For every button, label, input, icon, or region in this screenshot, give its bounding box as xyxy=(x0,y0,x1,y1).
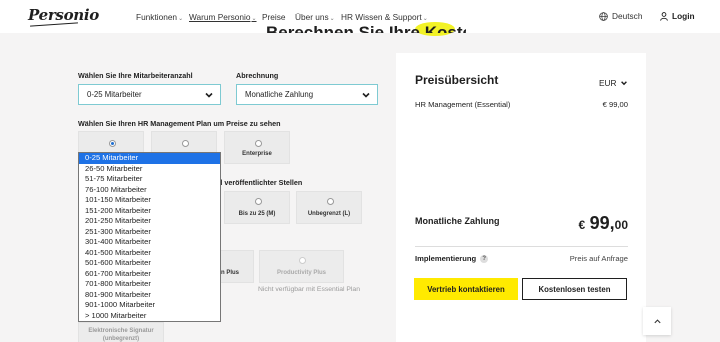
dropdown-option[interactable]: 201-250 Mitarbeiter xyxy=(79,216,220,227)
language-label: Deutsch xyxy=(612,11,643,21)
total-price: € 99,00 xyxy=(578,213,628,234)
dropdown-option[interactable]: 251-300 Mitarbeiter xyxy=(79,227,220,238)
login-label: Login xyxy=(672,11,695,21)
option-label: Unbegrenzt (L) xyxy=(307,211,351,217)
total-amount: 99, xyxy=(589,213,615,233)
dropdown-option[interactable]: 51-75 Mitarbeiter xyxy=(79,174,220,185)
chevron-down-icon xyxy=(362,92,370,98)
billing-select[interactable]: Monatliche Zahlung xyxy=(236,84,378,105)
employee-count-dropdown[interactable]: 0-25 Mitarbeiter 26-50 Mitarbeiter 51-75… xyxy=(78,152,221,322)
dropdown-option[interactable]: 26-50 Mitarbeiter xyxy=(79,164,220,175)
employee-count-value: 0-25 Mitarbeiter xyxy=(87,90,142,99)
line-item-price: € 99,00 xyxy=(602,100,628,109)
plan-radio[interactable] xyxy=(255,140,262,147)
option-radio[interactable] xyxy=(255,198,262,205)
plan-card-enterprise[interactable]: Enterprise xyxy=(224,131,290,164)
jobs-option-l[interactable]: Unbegrenzt (L) xyxy=(296,191,362,224)
option-radio[interactable] xyxy=(327,198,334,205)
dropdown-option[interactable]: > 1000 Mitarbeiter xyxy=(79,311,220,322)
dropdown-option[interactable]: 76-100 Mitarbeiter xyxy=(79,185,220,196)
chevron-up-icon xyxy=(653,318,661,323)
page-heading: Berechnen Sie Ihre Kosten xyxy=(266,23,466,33)
plan-radio[interactable] xyxy=(182,140,189,147)
price-summary-card: Preisübersicht EUR HR Management (Essent… xyxy=(396,53,646,342)
plan-radio[interactable] xyxy=(109,140,116,147)
chevron-down-icon xyxy=(205,92,213,98)
dropdown-option[interactable]: 901-1000 Mitarbeiter xyxy=(79,300,220,311)
addon-label: Productivity Plus xyxy=(276,270,326,276)
option-radio xyxy=(299,257,306,264)
free-trial-button[interactable]: Kostenlosen testen xyxy=(522,278,627,300)
implementation-label: Implementierung ? xyxy=(415,254,489,263)
monthly-payment-label: Monatliche Zahlung xyxy=(415,216,500,226)
currency-value: EUR xyxy=(599,78,617,88)
page-heading-clip: Berechnen Sie Ihre Kosten xyxy=(266,18,466,33)
chevron-down-icon xyxy=(620,81,627,86)
summary-title: Preisübersicht xyxy=(415,73,499,87)
productivity-note: Nicht verfügbar mit Essential Plan xyxy=(258,286,360,293)
total-cents: 00 xyxy=(614,218,628,232)
currency-select[interactable]: EUR xyxy=(599,78,628,88)
dropdown-option[interactable]: 801-900 Mitarbeiter xyxy=(79,290,220,301)
employee-count-select[interactable]: 0-25 Mitarbeiter xyxy=(78,84,221,105)
dropdown-option[interactable]: 101-150 Mitarbeiter xyxy=(79,195,220,206)
addon-sublabel: (unbegrenzt) xyxy=(102,336,140,342)
plan-name: Enterprise xyxy=(242,151,272,157)
dropdown-option[interactable]: 501-600 Mitarbeiter xyxy=(79,258,220,269)
nav-item-funktionen[interactable]: Funktionen⌄ xyxy=(136,12,183,22)
billing-label: Abrechnung xyxy=(236,71,279,80)
implementation-text: Implementierung xyxy=(415,254,477,263)
addon-label: Elektronische Signatur xyxy=(88,328,154,334)
dropdown-option[interactable]: 0-25 Mitarbeiter xyxy=(79,153,220,164)
option-label: Bis zu 25 (M) xyxy=(238,211,276,217)
contact-sales-button[interactable]: Vertrieb kontaktieren xyxy=(414,278,518,300)
line-item-name: HR Management (Essential) xyxy=(415,100,511,109)
scroll-to-top-button[interactable] xyxy=(643,307,671,335)
personio-logo[interactable]: Personio xyxy=(28,6,99,24)
dropdown-option[interactable]: 151-200 Mitarbeiter xyxy=(79,206,220,217)
nav-item-warum-personio[interactable]: Warum Personio⌄ xyxy=(189,12,257,22)
help-icon[interactable]: ? xyxy=(480,254,489,263)
billing-value: Monatliche Zahlung xyxy=(245,90,314,99)
employee-count-label: Wählen Sie Ihre Mitarbeiteranzahl xyxy=(78,71,193,80)
login-link[interactable]: Login xyxy=(660,11,695,21)
chevron-down-icon: ⌄ xyxy=(251,16,257,22)
nav-item-label: Warum Personio xyxy=(189,12,251,22)
implementation-value: Preis auf Anfrage xyxy=(569,254,628,263)
dropdown-option[interactable]: 701-800 Mitarbeiter xyxy=(79,279,220,290)
addon-productivity-plus: Productivity Plus xyxy=(259,250,344,283)
addon-esignature[interactable]: Elektronische Signatur (unbegrenzt) xyxy=(78,322,164,342)
globe-icon xyxy=(599,11,608,21)
divider xyxy=(415,246,628,247)
total-currency: € xyxy=(578,218,586,232)
user-icon xyxy=(660,11,668,21)
chevron-down-icon: ⌄ xyxy=(178,16,184,22)
dropdown-option[interactable]: 601-700 Mitarbeiter xyxy=(79,269,220,280)
dropdown-option[interactable]: 301-400 Mitarbeiter xyxy=(79,237,220,248)
nav-item-label: Funktionen xyxy=(136,12,178,22)
dropdown-option[interactable]: 401-500 Mitarbeiter xyxy=(79,248,220,259)
jobs-option-m[interactable]: Bis zu 25 (M) xyxy=(224,191,290,224)
language-switcher[interactable]: Deutsch xyxy=(599,11,642,21)
plan-label: Wählen Sie Ihren HR Management Plan um P… xyxy=(78,119,281,128)
